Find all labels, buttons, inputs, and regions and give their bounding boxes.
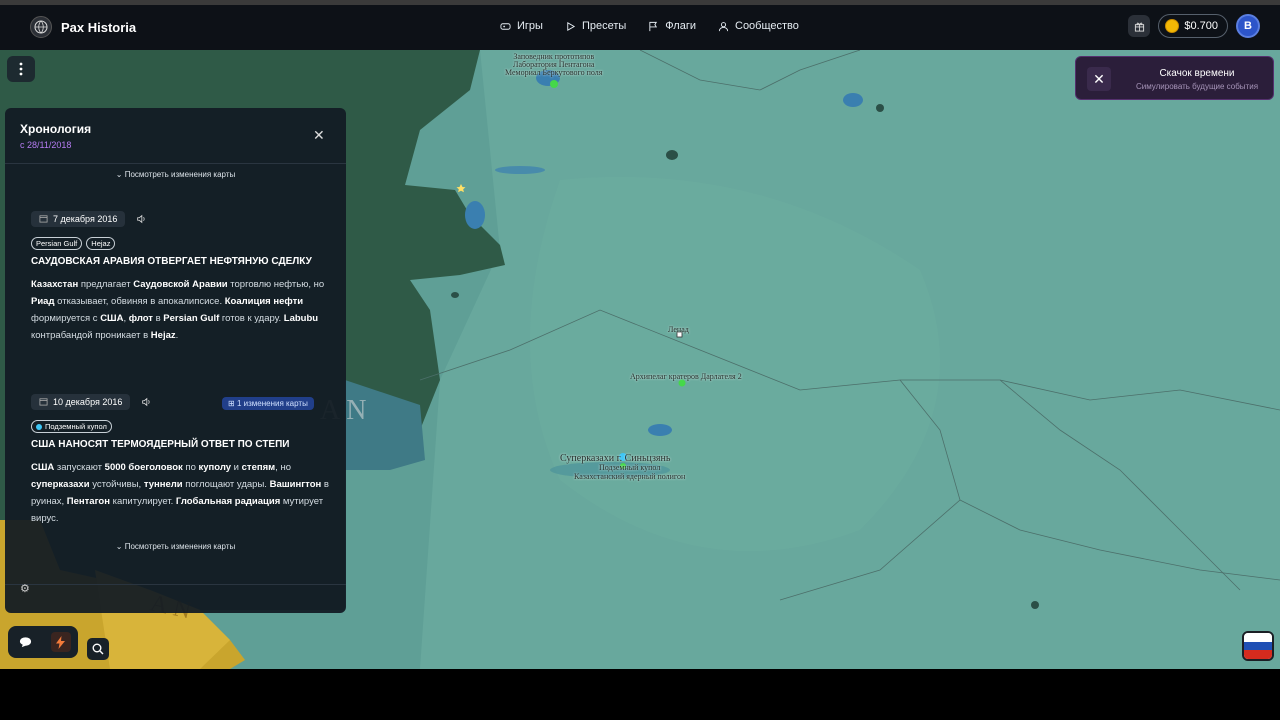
nav-community-label: Сообщество — [735, 20, 799, 32]
panel-title: Хронология — [20, 122, 92, 136]
nav-community[interactable]: Сообщество — [718, 20, 799, 32]
event-date-chip[interactable]: 10 декабря 2016 — [31, 393, 131, 410]
event-description: Казахстан предлагает Саудовской Аравии т… — [31, 279, 325, 341]
map-label-dome: Подземный купол — [598, 463, 661, 472]
vertical-dots-icon — [19, 62, 23, 76]
nav-flags[interactable]: Флаги — [648, 20, 696, 32]
event-date: 10 декабря 2016 — [53, 396, 123, 407]
balance-display[interactable]: $0.700 — [1158, 14, 1228, 38]
lightning-icon — [56, 635, 65, 649]
close-icon[interactable]: ✕ — [313, 127, 325, 144]
event-title: САУДОВСКАЯ АРАВИЯ ОТВЕРГАЕТ НЕФТЯНУЮ СДЕ… — [31, 256, 312, 267]
calendar-icon — [39, 215, 48, 223]
chat-icon — [19, 637, 32, 648]
community-icon — [718, 21, 729, 31]
nav-presets[interactable]: Пресеты — [565, 20, 626, 32]
toast-subtitle: Симулировать будущие события — [1135, 82, 1259, 91]
nav-presets-label: Пресеты — [581, 20, 627, 32]
globe-icon — [30, 16, 52, 38]
search-button[interactable] — [87, 638, 109, 660]
map-label-north: Заповедник прототипов Лаборатория Пентаг… — [505, 53, 602, 77]
app-title: Pax Historia — [61, 19, 137, 35]
timeline-event: 10 декабря 2016 Подземный купол США НАНО… — [31, 393, 331, 527]
timeline-event: 7 декабря 2016 Persian Gulf Hejaz САУДОВ… — [31, 210, 331, 344]
nav-games-label: Игры — [517, 20, 543, 32]
event-tag[interactable]: Hejaz — [86, 237, 116, 250]
map-label-test-site: Казахстанский ядерный полигон — [574, 472, 686, 481]
gamepad-icon — [500, 22, 511, 30]
search-icon — [92, 643, 104, 655]
view-map-changes-link[interactable]: ⌄ Посмотреть изменения карты — [5, 170, 346, 179]
gift-button[interactable] — [1128, 15, 1151, 37]
bottom-tools — [8, 626, 78, 658]
event-date-chip[interactable]: 7 декабря 2016 — [31, 210, 126, 227]
panel-since-date: с 28/11/2018 — [20, 140, 72, 150]
chronology-panel: Хронология с 28/11/2018 ✕ ⌄ Посмотреть и… — [5, 108, 346, 613]
view-map-changes-label: Посмотреть изменения карты — [124, 170, 236, 179]
event-tag[interactable]: Persian Gulf — [31, 237, 83, 250]
events-button[interactable] — [50, 632, 71, 652]
event-description: США запускают 5000 боеголовок по куполу … — [31, 462, 329, 524]
dome-dot-icon — [36, 424, 42, 431]
nav-games[interactable]: Игры — [500, 20, 543, 32]
user-avatar[interactable]: B — [1236, 14, 1260, 38]
settings-gear-icon[interactable]: ⚙ — [20, 582, 32, 595]
speaker-icon[interactable] — [141, 397, 151, 407]
more-menu-button[interactable] — [7, 56, 35, 82]
play-icon — [567, 21, 576, 31]
flag-icon — [649, 21, 658, 31]
time-jump-toast[interactable]: ✕ Скачок времени Симулировать будущие со… — [1075, 56, 1274, 100]
chevron-down-icon: ⌄ — [115, 542, 123, 551]
main-nav: Игры Пресеты Флаги Сообщество — [500, 20, 799, 32]
event-tags: Persian Gulf Hejaz — [31, 237, 331, 250]
event-date: 7 декабря 2016 — [53, 213, 118, 224]
view-map-changes-link[interactable]: ⌄ Посмотреть изменения карты — [5, 542, 346, 551]
event-tags: Подземный купол — [31, 420, 331, 433]
toast-title: Скачок времени — [1159, 68, 1235, 79]
close-icon[interactable]: ✕ — [1087, 67, 1111, 91]
chevron-down-icon: ⌄ — [115, 170, 123, 179]
map-changes-count: 1 изменения карты — [236, 399, 308, 408]
event-tag[interactable]: Подземный купол — [31, 420, 112, 433]
bottom-letterbox — [0, 669, 1280, 720]
map-changes-badge[interactable]: ⊞ 1 изменения карты — [222, 397, 314, 410]
country-flag-button[interactable] — [1242, 631, 1274, 661]
coin-icon — [1165, 19, 1180, 33]
calendar-icon — [39, 398, 48, 406]
app-logo[interactable]: Pax Historia — [30, 16, 136, 38]
divider — [5, 584, 346, 585]
event-tag-label: Подземный купол — [45, 422, 107, 431]
russia-flag-icon — [1244, 633, 1272, 659]
speaker-icon[interactable] — [136, 214, 146, 224]
view-map-changes-label: Посмотреть изменения карты — [124, 542, 236, 551]
gift-icon — [1134, 22, 1144, 32]
nav-flags-label: Флаги — [665, 20, 696, 32]
balance-value: $0.700 — [1184, 20, 1218, 32]
chat-button[interactable] — [16, 632, 36, 652]
map-label-superkazakhs-sub: Подземный купол Казахстанский ядерный по… — [574, 463, 685, 481]
map-label-crater-archipelago[interactable]: Архипелаг кратеров Дарлателя 2 — [630, 372, 742, 381]
account-tools: $0.700 B — [1128, 14, 1260, 38]
map-label-city-lenad[interactable]: Ленад — [668, 325, 689, 334]
map-icon: ⊞ — [228, 399, 235, 408]
event-title: США НАНОСЯТ ТЕРМОЯДЕРНЫЙ ОТВЕТ ПО СТЕПИ — [31, 439, 290, 450]
map-label-north-3: Мемориал Беркутового поля — [505, 68, 603, 77]
top-nav-bar: Pax Historia Игры Пресеты Флаги Сообщест… — [0, 0, 1280, 50]
divider — [5, 163, 346, 164]
